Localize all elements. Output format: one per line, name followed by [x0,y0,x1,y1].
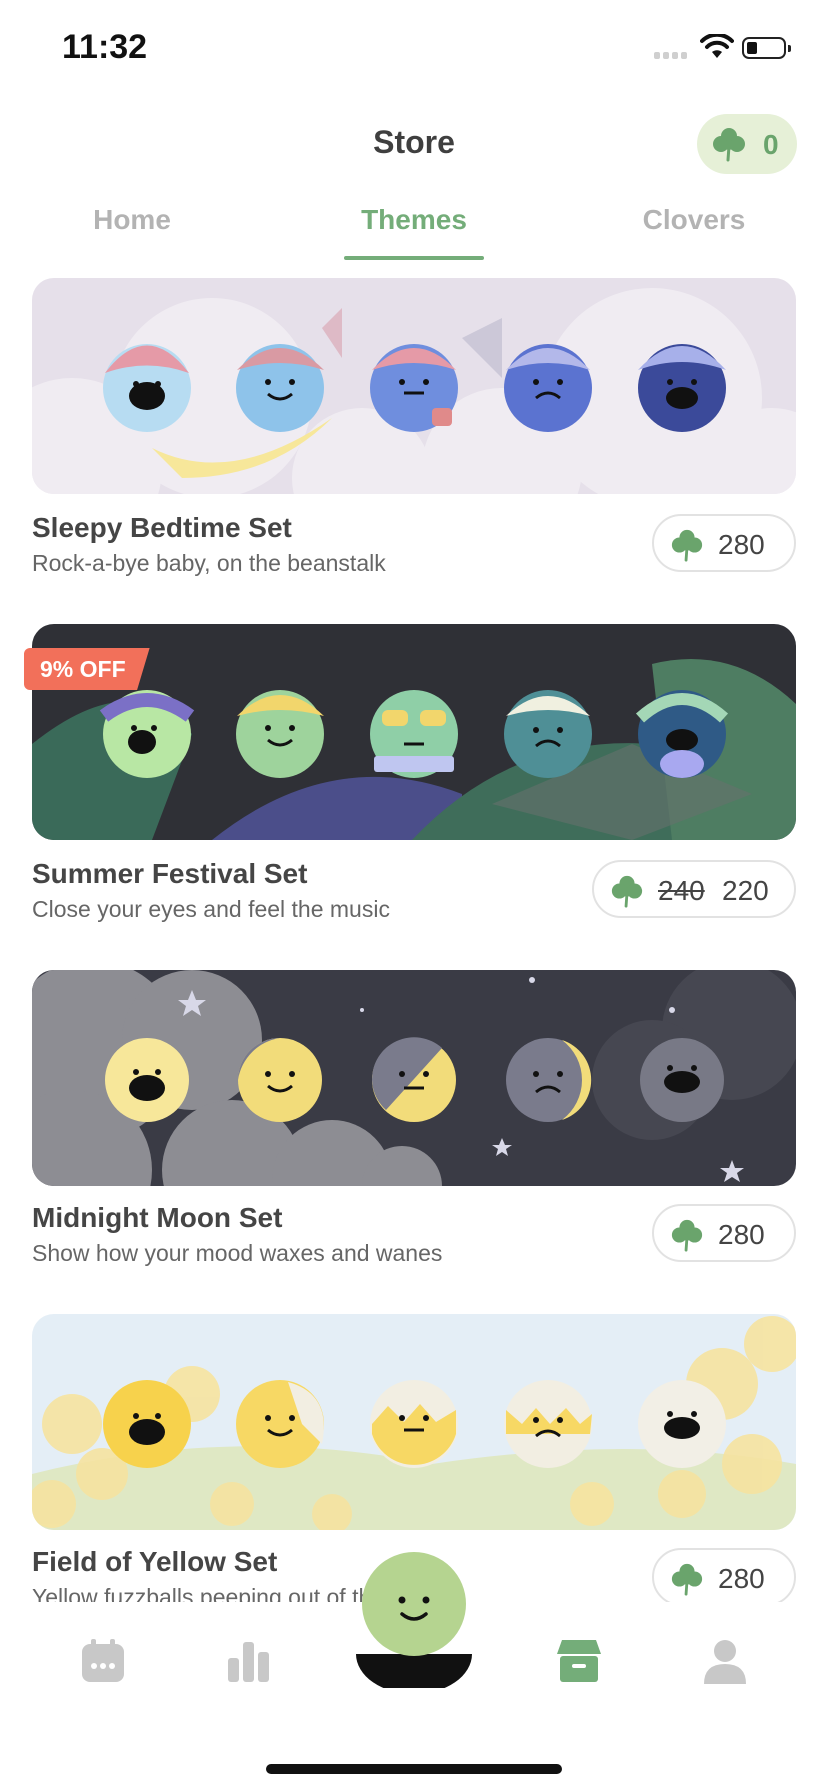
tab-themes[interactable]: Themes [304,204,524,236]
price-value: 280 [718,1563,765,1594]
clover-icon [671,1219,703,1252]
mood-face-4 [504,1380,592,1468]
mood-face-5 [635,690,729,778]
mood-face-4 [504,344,592,432]
price-button[interactable]: 240 220 [592,860,796,918]
mood-face-2 [238,1038,322,1122]
battery-icon [742,37,791,59]
clover-icon [713,128,745,162]
clover-balance-count: 0 [763,129,779,160]
theme-title: Sleepy Bedtime Set [32,512,292,543]
status-time: 11:32 [62,28,148,66]
mood-face-5 [640,1038,724,1122]
theme-banner-sleepy-bedtime[interactable] [32,278,796,494]
price-button[interactable]: 280 [652,1548,796,1606]
mood-face-1 [99,690,195,778]
theme-description: Close your eyes and feel the music [32,896,390,922]
theme-description: Show how your mood waxes and wanes [32,1240,443,1266]
wifi-icon [700,34,734,58]
theme-title: Midnight Moon Set [32,1202,283,1233]
mood-face-4 [506,1038,592,1122]
store-icon[interactable] [556,1638,602,1684]
price-button[interactable]: 280 [652,514,796,572]
mood-face-3 [370,1380,458,1468]
mood-face-2 [236,690,324,778]
original-price: 240 [658,875,705,906]
mood-face-4 [504,690,592,778]
clover-icon [611,875,643,908]
mood-face-5 [638,1380,726,1468]
theme-banner-field-of-yellow[interactable] [32,1314,796,1530]
mood-face-1 [105,1038,189,1122]
price-value: 280 [718,1219,765,1250]
mood-face-3 [370,690,458,778]
price-value: 280 [718,529,765,560]
tab-home[interactable]: Home [22,204,242,236]
mood-face-1 [103,1380,191,1468]
mood-face-3 [370,344,458,432]
add-mood-button[interactable] [356,1548,472,1694]
mood-face-2 [236,1380,324,1468]
theme-description: Rock-a-bye baby, on the beanstalk [32,550,386,576]
active-tab-indicator [344,256,484,260]
price-value: 220 [722,875,769,906]
theme-title: Field of Yellow Set [32,1546,278,1577]
home-indicator [266,1764,562,1774]
cellular-signal-icon [654,0,694,70]
profile-icon[interactable] [702,1638,748,1684]
calendar-icon[interactable] [80,1638,126,1684]
theme-banner-midnight-moon[interactable] [32,970,796,1186]
theme-title: Summer Festival Set [32,858,308,889]
mood-face-5 [638,344,726,432]
clover-icon [671,1563,703,1596]
mood-face-1 [103,344,191,432]
mood-face-2 [236,344,324,432]
clover-balance-button[interactable]: 0 [697,114,797,174]
stats-icon[interactable] [226,1638,272,1684]
clover-icon [671,529,703,562]
discount-badge: 9% OFF [24,648,150,690]
price-button[interactable]: 280 [652,1204,796,1262]
tab-clovers[interactable]: Clovers [584,204,804,236]
add-mood-icon [398,1596,406,1604]
